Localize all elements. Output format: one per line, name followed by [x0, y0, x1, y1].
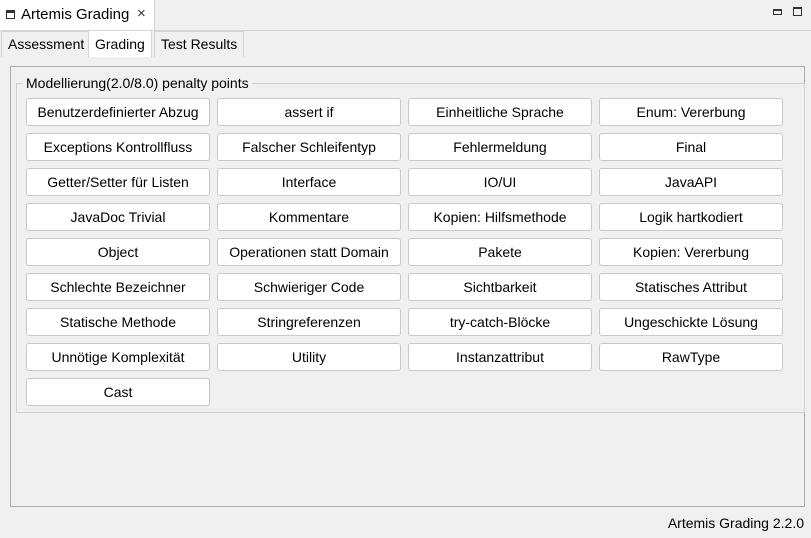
- minimize-icon[interactable]: [773, 9, 782, 15]
- penalty-button-exceptions-kontrollfluss[interactable]: Exceptions Kontrollfluss: [26, 133, 210, 161]
- penalty-button-cast[interactable]: Cast: [26, 378, 210, 406]
- penalty-button-javadoc-trivial[interactable]: JavaDoc Trivial: [26, 203, 210, 231]
- penalty-button-einheitliche-sprache[interactable]: Einheitliche Sprache: [408, 98, 592, 126]
- penalty-button-interface[interactable]: Interface: [217, 168, 401, 196]
- penalty-button-object[interactable]: Object: [26, 238, 210, 266]
- penalty-button-instanzattribut[interactable]: Instanzattribut: [408, 343, 592, 371]
- penalty-button-javaapi[interactable]: JavaAPI: [599, 168, 783, 196]
- version-label: Artemis Grading 2.2.0: [667, 515, 804, 531]
- penalty-button-statisches-attribut[interactable]: Statisches Attribut: [599, 273, 783, 301]
- penalty-button-kommentare[interactable]: Kommentare: [217, 203, 401, 231]
- penalty-button-operationen-statt-domain[interactable]: Operationen statt Domain: [217, 238, 401, 266]
- penalty-button-enum-vererbung[interactable]: Enum: Vererbung: [599, 98, 783, 126]
- penalty-button-unnoetige-komplexitaet[interactable]: Unnötige Komplexität: [26, 343, 210, 371]
- penalty-button-getter-setter-fuer-listen[interactable]: Getter/Setter für Listen: [26, 168, 210, 196]
- view-title: Artemis Grading: [21, 6, 130, 23]
- penalty-button-kopien-hilfsmethode[interactable]: Kopien: Hilfsmethode: [408, 203, 592, 231]
- penalty-button-try-catch-bloecke[interactable]: try-catch-Blöcke: [408, 308, 592, 336]
- tab-grading[interactable]: Grading: [88, 30, 152, 57]
- penalty-button-falscher-schleifentyp[interactable]: Falscher Schleifentyp: [217, 133, 401, 161]
- maximize-icon[interactable]: [793, 7, 802, 16]
- tab-bar: Assessment Grading Test Results: [0, 30, 811, 58]
- tab-test-results[interactable]: Test Results: [154, 31, 245, 57]
- penalty-button-assert-if[interactable]: assert if: [217, 98, 401, 126]
- penalty-button-pakete[interactable]: Pakete: [408, 238, 592, 266]
- view-tab-artemis-grading[interactable]: Artemis Grading ×: [0, 0, 155, 30]
- view-tab-bar: Artemis Grading ×: [0, 0, 811, 31]
- penalty-button-grid: Benutzerdefinierter Abzug assert if Einhei…: [26, 98, 783, 406]
- penalty-button-kopien-vererbung[interactable]: Kopien: Vererbung: [599, 238, 783, 266]
- penalty-group-label: Modellierung(2.0/8.0) penalty points: [23, 75, 252, 91]
- penalty-button-io-ui[interactable]: IO/UI: [408, 168, 592, 196]
- penalty-button-schwieriger-code[interactable]: Schwieriger Code: [217, 273, 401, 301]
- penalty-button-sichtbarkeit[interactable]: Sichtbarkeit: [408, 273, 592, 301]
- penalty-button-ungeschickte-loesung[interactable]: Ungeschickte Lösung: [599, 308, 783, 336]
- penalty-button-schlechte-bezeichner[interactable]: Schlechte Bezeichner: [26, 273, 210, 301]
- penalty-button-statische-methode[interactable]: Statische Methode: [26, 308, 210, 336]
- penalty-button-fehlermeldung[interactable]: Fehlermeldung: [408, 133, 592, 161]
- penalty-button-utility[interactable]: Utility: [217, 343, 401, 371]
- close-icon[interactable]: ×: [137, 5, 146, 23]
- penalty-button-stringreferenzen[interactable]: Stringreferenzen: [217, 308, 401, 336]
- penalty-button-rawtype[interactable]: RawType: [599, 343, 783, 371]
- penalty-button-benutzerdefinierter-abzug[interactable]: Benutzerdefinierter Abzug: [26, 98, 210, 126]
- penalty-button-final[interactable]: Final: [599, 133, 783, 161]
- window-icon: [6, 10, 15, 19]
- penalty-button-logik-hartkodiert[interactable]: Logik hartkodiert: [599, 203, 783, 231]
- tab-assessment[interactable]: Assessment: [1, 31, 92, 57]
